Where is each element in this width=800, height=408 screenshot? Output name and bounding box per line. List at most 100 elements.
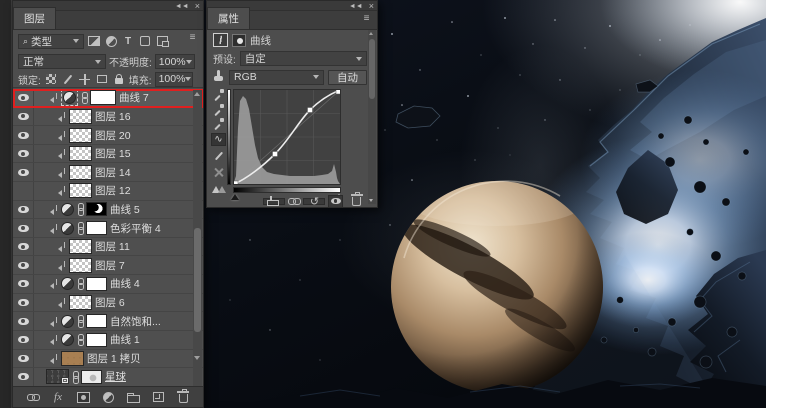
layer-thumbnail[interactable] bbox=[61, 351, 84, 366]
layer-row-16[interactable]: 图层 16 bbox=[13, 108, 203, 127]
layer-name[interactable]: 图层 16 bbox=[95, 109, 131, 124]
layer-row-curves-4[interactable]: 曲线 4 bbox=[13, 275, 203, 294]
layer-name[interactable]: 曲线 5 bbox=[110, 202, 140, 217]
layer-thumbnail[interactable] bbox=[69, 128, 92, 143]
layer-row-6[interactable]: 图层 6 bbox=[13, 294, 203, 313]
new-adjustment-layer-button[interactable] bbox=[101, 391, 115, 404]
lock-all-icon[interactable] bbox=[112, 73, 126, 86]
visibility-toggle[interactable] bbox=[13, 89, 34, 107]
visibility-toggle[interactable] bbox=[13, 331, 34, 349]
channel-dropdown[interactable]: RGB bbox=[229, 70, 324, 85]
layer-name[interactable]: 图层 11 bbox=[95, 239, 130, 254]
layer-row-layer-1-copy[interactable]: 图层 1 拷贝 bbox=[13, 350, 203, 369]
layer-mask-thumbnail[interactable] bbox=[90, 90, 116, 105]
lock-artboard-icon[interactable] bbox=[95, 73, 109, 86]
layer-name[interactable]: 星球 bbox=[105, 369, 126, 384]
layer-row-14[interactable]: 图层 14 bbox=[13, 163, 203, 182]
gray-point-eyedropper-icon[interactable] bbox=[213, 104, 224, 115]
visibility-toggle[interactable] bbox=[13, 182, 34, 200]
blend-mode-dropdown[interactable]: 正常 bbox=[18, 54, 106, 69]
preset-dropdown[interactable]: 自定 bbox=[240, 51, 367, 66]
visibility-toggle[interactable] bbox=[13, 163, 34, 181]
toggle-visibility-button[interactable] bbox=[328, 195, 343, 208]
layer-row-vibrance[interactable]: 自然饱和... bbox=[13, 312, 203, 331]
layer-name[interactable]: 色彩平衡 4 bbox=[110, 221, 161, 236]
visibility-toggle[interactable] bbox=[13, 145, 34, 163]
layer-name[interactable]: 曲线 4 bbox=[110, 276, 140, 291]
fill-field[interactable]: 100% bbox=[155, 72, 193, 87]
layer-name[interactable]: 图层 20 bbox=[95, 128, 131, 143]
filter-type-dropdown[interactable]: ⌕ 类型 bbox=[18, 34, 84, 49]
adjustment-layer-icon[interactable] bbox=[61, 277, 74, 290]
scroll-down-icon[interactable] bbox=[369, 199, 373, 202]
layer-row-15[interactable]: 图层 15 bbox=[13, 145, 203, 164]
layer-name[interactable]: 曲线 1 bbox=[110, 332, 140, 347]
layers-scrollbar[interactable] bbox=[193, 90, 202, 386]
reset-adjustment-button[interactable]: ↺ bbox=[307, 195, 322, 208]
collapse-panel-icon[interactable]: ◄◄ bbox=[349, 3, 363, 10]
clip-to-layer-button[interactable] bbox=[265, 195, 280, 208]
auto-button[interactable]: 自动 bbox=[328, 70, 367, 85]
targeted-adjustment-tool-icon[interactable] bbox=[212, 69, 225, 83]
visibility-toggle[interactable] bbox=[13, 294, 34, 312]
scrollbar-thumb[interactable] bbox=[194, 228, 201, 332]
visibility-toggle[interactable] bbox=[13, 368, 34, 386]
layer-thumbnail[interactable] bbox=[69, 295, 92, 310]
layer-thumbnail[interactable] bbox=[69, 258, 92, 273]
layer-mask-thumbnail[interactable] bbox=[86, 202, 107, 216]
delete-adjustment-button[interactable] bbox=[349, 195, 364, 208]
link-layers-button[interactable] bbox=[26, 391, 40, 404]
layer-style-button[interactable]: fx bbox=[51, 391, 65, 404]
layer-mask-thumbnail[interactable] bbox=[86, 221, 107, 235]
adjustment-layer-icon[interactable] bbox=[61, 333, 74, 346]
properties-scrollbar[interactable] bbox=[368, 30, 376, 204]
layer-thumbnail[interactable] bbox=[69, 165, 92, 180]
lock-pixels-icon[interactable] bbox=[61, 73, 75, 86]
layer-row-curves-5[interactable]: 曲线 5 bbox=[13, 201, 203, 220]
filter-shape-layers-icon[interactable] bbox=[138, 35, 152, 48]
layer-mask-thumbnail[interactable] bbox=[81, 370, 102, 384]
layer-row-color-balance-4[interactable]: 色彩平衡 4 bbox=[13, 219, 203, 238]
layer-row-12-hidden[interactable]: 图层 12 bbox=[13, 182, 203, 201]
visibility-toggle[interactable] bbox=[13, 312, 34, 330]
layer-name[interactable]: 图层 15 bbox=[95, 146, 131, 161]
layer-mask-thumbnail[interactable] bbox=[86, 314, 107, 328]
edit-points-tool[interactable]: ∿ bbox=[211, 133, 226, 146]
scroll-up-icon[interactable] bbox=[369, 32, 373, 35]
new-group-button[interactable] bbox=[126, 391, 140, 404]
layer-name[interactable]: 自然饱和... bbox=[110, 314, 161, 329]
new-layer-button[interactable] bbox=[151, 391, 165, 404]
layer-row-curves-1[interactable]: 曲线 1 bbox=[13, 331, 203, 350]
visibility-toggle[interactable] bbox=[13, 108, 34, 126]
lock-transparency-icon[interactable] bbox=[44, 73, 58, 86]
delete-layer-button[interactable] bbox=[176, 391, 190, 404]
scrollbar-thumb[interactable] bbox=[369, 39, 375, 99]
close-panel-icon[interactable]: × bbox=[195, 3, 200, 10]
adjustment-layer-icon[interactable] bbox=[61, 203, 74, 216]
collapse-panel-icon[interactable]: ◄◄ bbox=[175, 3, 189, 10]
filter-type-layers-icon[interactable]: T bbox=[121, 35, 135, 48]
layer-mask-thumbnail[interactable] bbox=[86, 277, 107, 291]
layer-name[interactable]: 图层 1 拷贝 bbox=[87, 351, 141, 366]
tab-properties[interactable]: 属性 bbox=[207, 7, 250, 29]
layer-row-7[interactable]: 图层 7 bbox=[13, 256, 203, 275]
scroll-down-icon[interactable] bbox=[194, 356, 200, 360]
panel-menu-icon[interactable]: ≡ bbox=[360, 13, 373, 24]
layer-name[interactable]: 图层 6 bbox=[95, 295, 125, 310]
visibility-toggle[interactable] bbox=[13, 219, 34, 237]
scroll-up-icon[interactable] bbox=[194, 92, 200, 96]
layer-name[interactable]: 图层 7 bbox=[95, 258, 125, 273]
pencil-tool-icon[interactable] bbox=[211, 149, 226, 162]
lock-position-icon[interactable] bbox=[78, 73, 92, 86]
filter-adjustment-layers-icon[interactable] bbox=[104, 35, 118, 48]
add-mask-button[interactable] bbox=[76, 391, 90, 404]
view-previous-state-button[interactable] bbox=[286, 195, 301, 208]
adjustment-layer-icon[interactable] bbox=[61, 315, 74, 328]
mask-badge-icon[interactable] bbox=[232, 34, 246, 47]
visibility-toggle[interactable] bbox=[13, 350, 34, 368]
opacity-field[interactable]: 100% bbox=[155, 54, 195, 69]
black-point-slider[interactable] bbox=[231, 194, 239, 200]
visibility-toggle[interactable] bbox=[13, 256, 34, 274]
close-panel-icon[interactable]: × bbox=[369, 3, 374, 10]
layer-row-11[interactable]: 图层 11 bbox=[13, 238, 203, 257]
